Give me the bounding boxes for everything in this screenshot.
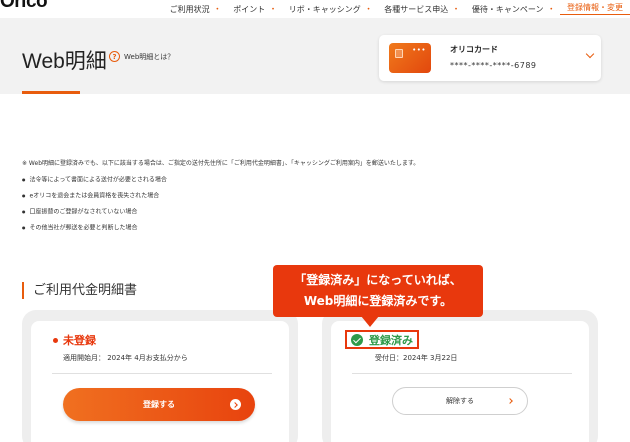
nav-item-label: 登録情報・変更 [567,3,623,12]
nav-bullet: • [271,5,275,13]
list-item: eオリコを退会または会員資格を喪失された場合 [22,192,167,208]
list-item: 口座振替のご登録がなされていない場合 [22,208,167,224]
divider [352,373,572,374]
nav-bullet: • [215,5,220,13]
notice-text: ※ Web明細に登録済みでも、以下に該当する場合は、ご指定の送付先住所に「ご利用… [22,160,420,167]
unregistered-panel: 未登録 適用開始月： 2024年 4月お支払分から 登録する [22,310,298,442]
orico-logo[interactable]: Orico [0,0,48,13]
top-navigation: Orico ご利用状況 • ポイント • リボ・キャッシング • 各種サービス申込 • … [0,0,630,18]
status-badge: 未登録 [53,332,96,348]
card-chip-icon [395,49,403,58]
chevron-down-icon [585,49,595,59]
nav-item-label: リボ・キャッシング [288,4,361,14]
list-item: その他当社が郵送を必要と判断した場合 [22,224,167,240]
callout-pointer [361,316,379,327]
nav-item-label: ポイント [233,4,266,14]
card-name: オリコカード [450,45,498,54]
accept-date: 受付日：2024年 3月22日 [375,354,458,362]
nav-item-registration-info[interactable]: 登録情報・変更 [560,3,630,15]
register-button[interactable]: 登録する [63,388,255,421]
title-underline [22,91,80,94]
question-circle-icon: ? [109,51,120,62]
callout-line: Web明細に登録済みです。 [303,294,453,308]
panel-card: 登録済み 受付日：2024年 3月22日 解除する [331,321,589,442]
notice-list: 法令等によって書面による送付が必要とされる場合 eオリコを退会または会員資格を喪… [22,176,167,240]
page-title: Web明細 [22,50,107,73]
card-number: ****-****-****-6789 [450,61,537,70]
card-selector[interactable]: ••• オリコカード ****-****-****-6789 [379,35,601,81]
nav-item-revolving-cashing[interactable]: リボ・キャッシング • [282,3,378,15]
nav-item-label: 各種サービス申込 [384,4,449,14]
callout-annotation: 「登録済み」になっていれば、 Web明細に登録済みです。 [273,265,483,317]
page-header: Web明細 ? Web明細とは？ ••• オリコカード ****-****-**… [0,18,630,94]
nav-item-label: ご利用状況 [169,4,210,14]
nav-bullet: • [366,5,371,13]
nav-item-service-application[interactable]: 各種サービス申込 • [377,3,465,15]
start-month: 適用開始月： 2024年 4月お支払分から [63,354,188,362]
nav-item-usage[interactable]: ご利用状況 • [163,3,227,15]
registered-panel: 登録済み 受付日：2024年 3月22日 解除する [322,310,598,442]
nav-bullet: • [454,5,458,13]
status-badge: 登録済み [345,330,419,349]
callout-line: 「登録済み」になっていれば、 [294,273,462,287]
nav-item-label: 優待・キャンペーン [471,4,544,14]
global-nav: ご利用状況 • ポイント • リボ・キャッシング • 各種サービス申込 • 優待・キャン… [163,3,630,15]
panel-card: 未登録 適用開始月： 2024年 4月お支払分から 登録する [31,321,289,442]
status-label: 未登録 [63,334,96,347]
divider [52,373,272,374]
status-label: 登録済み [369,333,413,347]
check-circle-icon [351,333,363,346]
section-heading: ご利用代金明細書 [22,282,137,299]
list-item: 法令等によって書面による送付が必要とされる場合 [22,176,167,192]
register-button-label: 登録する [143,400,175,409]
help-link-label: Web明細とは？ [124,52,175,61]
nav-item-points[interactable]: ポイント • [226,3,282,15]
arrow-right-circle-icon [230,399,241,410]
status-dot-icon [53,337,58,343]
web-statement-help-link[interactable]: ? Web明細とは？ [109,51,174,62]
card-dots: ••• [412,46,426,54]
cancel-registration-button[interactable]: 解除する [392,387,528,415]
nav-item-benefits-campaigns[interactable]: 優待・キャンペーン • [465,3,560,15]
nav-bullet: • [549,5,553,13]
credit-card-icon: ••• [389,43,431,73]
